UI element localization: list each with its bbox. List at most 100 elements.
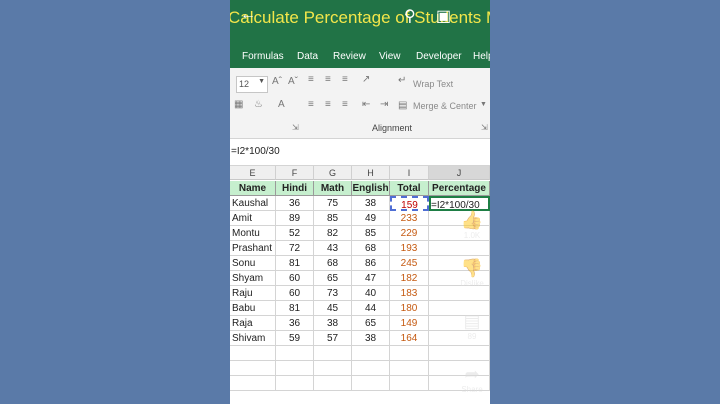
- empty-cell[interactable]: [276, 361, 314, 376]
- fill-color-icon[interactable]: ♨: [254, 99, 263, 110]
- empty-cell[interactable]: [276, 376, 314, 391]
- cell-english[interactable]: 49: [352, 211, 390, 226]
- column-header-j[interactable]: J: [429, 166, 490, 180]
- cell-hindi[interactable]: 36: [276, 196, 314, 211]
- header-math[interactable]: Math: [314, 181, 352, 196]
- cell-math[interactable]: 68: [314, 256, 352, 271]
- empty-cell[interactable]: [276, 346, 314, 361]
- cell-total[interactable]: 180: [390, 301, 429, 316]
- cell-name[interactable]: Amit: [230, 211, 276, 226]
- cell-hindi[interactable]: 81: [276, 301, 314, 316]
- cell-math[interactable]: 38: [314, 316, 352, 331]
- align-middle-icon[interactable]: ≡: [325, 74, 331, 85]
- column-header-i[interactable]: I: [390, 166, 429, 180]
- empty-cell[interactable]: [352, 376, 390, 391]
- cell-english[interactable]: 65: [352, 316, 390, 331]
- merge-dropdown-icon[interactable]: ▼: [480, 101, 487, 108]
- cell-english[interactable]: 40: [352, 286, 390, 301]
- camera-icon[interactable]: ▣: [436, 6, 451, 26]
- empty-cell[interactable]: [230, 346, 276, 361]
- align-center-icon[interactable]: ≡: [325, 99, 331, 110]
- dislike-button[interactable]: 👎 Dislike: [453, 258, 491, 288]
- cell-hindi[interactable]: 81: [276, 256, 314, 271]
- alignment-dialog-launcher-icon[interactable]: ⇲: [481, 123, 488, 132]
- column-header-f[interactable]: F: [276, 166, 314, 180]
- cell-english[interactable]: 44: [352, 301, 390, 316]
- cell-english[interactable]: 38: [352, 196, 390, 211]
- cell-name[interactable]: Shyam: [230, 271, 276, 286]
- header-name[interactable]: Name: [230, 181, 276, 196]
- header-hindi[interactable]: Hindi: [276, 181, 314, 196]
- column-header-e[interactable]: E: [230, 166, 276, 180]
- cell-math[interactable]: 43: [314, 241, 352, 256]
- tab-developer[interactable]: Developer: [416, 40, 462, 68]
- cell-name[interactable]: Montu: [230, 226, 276, 241]
- cell-name[interactable]: Kaushal: [230, 196, 276, 211]
- header-percentage[interactable]: Percentage: [429, 181, 490, 196]
- align-top-icon[interactable]: ≡: [308, 74, 314, 85]
- borders-icon[interactable]: ▦: [234, 99, 243, 110]
- empty-cell[interactable]: [230, 376, 276, 391]
- tab-help[interactable]: Help: [473, 40, 490, 68]
- tab-review[interactable]: Review: [333, 40, 366, 68]
- cell-name[interactable]: Raja: [230, 316, 276, 331]
- formula-bar[interactable]: =I2*100/30: [230, 139, 490, 166]
- cell-hindi[interactable]: 72: [276, 241, 314, 256]
- tab-view[interactable]: View: [379, 40, 401, 68]
- header-total[interactable]: Total: [390, 181, 429, 196]
- cell-total[interactable]: 233: [390, 211, 429, 226]
- font-color-icon[interactable]: A: [278, 99, 285, 110]
- cell-math[interactable]: 65: [314, 271, 352, 286]
- cell-hindi[interactable]: 89: [276, 211, 314, 226]
- cell-percentage[interactable]: [429, 241, 490, 256]
- cell-math[interactable]: 85: [314, 211, 352, 226]
- cell-english[interactable]: 38: [352, 331, 390, 346]
- align-left-icon[interactable]: ≡: [308, 99, 314, 110]
- empty-cell[interactable]: [352, 346, 390, 361]
- cell-math[interactable]: 45: [314, 301, 352, 316]
- cell-total[interactable]: 164: [390, 331, 429, 346]
- align-bottom-icon[interactable]: ≡: [342, 74, 348, 85]
- empty-cell[interactable]: [314, 361, 352, 376]
- align-right-icon[interactable]: ≡: [342, 99, 348, 110]
- decrease-indent-icon[interactable]: ⇤: [362, 99, 370, 110]
- cell-hindi[interactable]: 59: [276, 331, 314, 346]
- cell-hindi[interactable]: 52: [276, 226, 314, 241]
- tab-data[interactable]: Data: [297, 40, 318, 68]
- cell-math[interactable]: 57: [314, 331, 352, 346]
- cell-total[interactable]: 182: [390, 271, 429, 286]
- cell-hindi[interactable]: 60: [276, 286, 314, 301]
- increase-indent-icon[interactable]: ⇥: [380, 99, 388, 110]
- merge-center-button[interactable]: Merge & Center: [413, 101, 477, 111]
- empty-cell[interactable]: [314, 346, 352, 361]
- comments-button[interactable]: ▤ 89: [453, 311, 491, 341]
- increase-font-icon[interactable]: Aˆ: [272, 76, 282, 87]
- like-button[interactable]: 👍 1.0K: [453, 210, 491, 240]
- empty-cell[interactable]: [390, 361, 429, 376]
- empty-cell[interactable]: [390, 376, 429, 391]
- tab-formulas[interactable]: Formulas: [242, 40, 284, 68]
- empty-cell[interactable]: [390, 346, 429, 361]
- empty-cell[interactable]: [314, 376, 352, 391]
- cell-english[interactable]: 86: [352, 256, 390, 271]
- column-header-g[interactable]: G: [314, 166, 352, 180]
- cell-name[interactable]: Prashant: [230, 241, 276, 256]
- cell-hindi[interactable]: 36: [276, 316, 314, 331]
- cell-name[interactable]: Shivam: [230, 331, 276, 346]
- font-size-select[interactable]: 12 ▼: [236, 76, 268, 93]
- empty-cell[interactable]: [352, 361, 390, 376]
- header-english[interactable]: English: [352, 181, 390, 196]
- orientation-icon[interactable]: ↗: [362, 74, 370, 85]
- empty-cell[interactable]: [429, 346, 490, 361]
- formula-input[interactable]: =I2*100/30: [231, 146, 280, 157]
- cell-total[interactable]: 183: [390, 286, 429, 301]
- cell-name[interactable]: Sonu: [230, 256, 276, 271]
- cell-total-referenced[interactable]: 159: [390, 196, 429, 211]
- font-dialog-launcher-icon[interactable]: ⇲: [292, 123, 299, 132]
- cell-percentage[interactable]: [429, 286, 490, 301]
- cell-math[interactable]: 73: [314, 286, 352, 301]
- share-button[interactable]: ➦ Share: [453, 364, 491, 394]
- cell-name[interactable]: Raju: [230, 286, 276, 301]
- search-icon[interactable]: ⚲: [404, 6, 416, 26]
- cell-hindi[interactable]: 60: [276, 271, 314, 286]
